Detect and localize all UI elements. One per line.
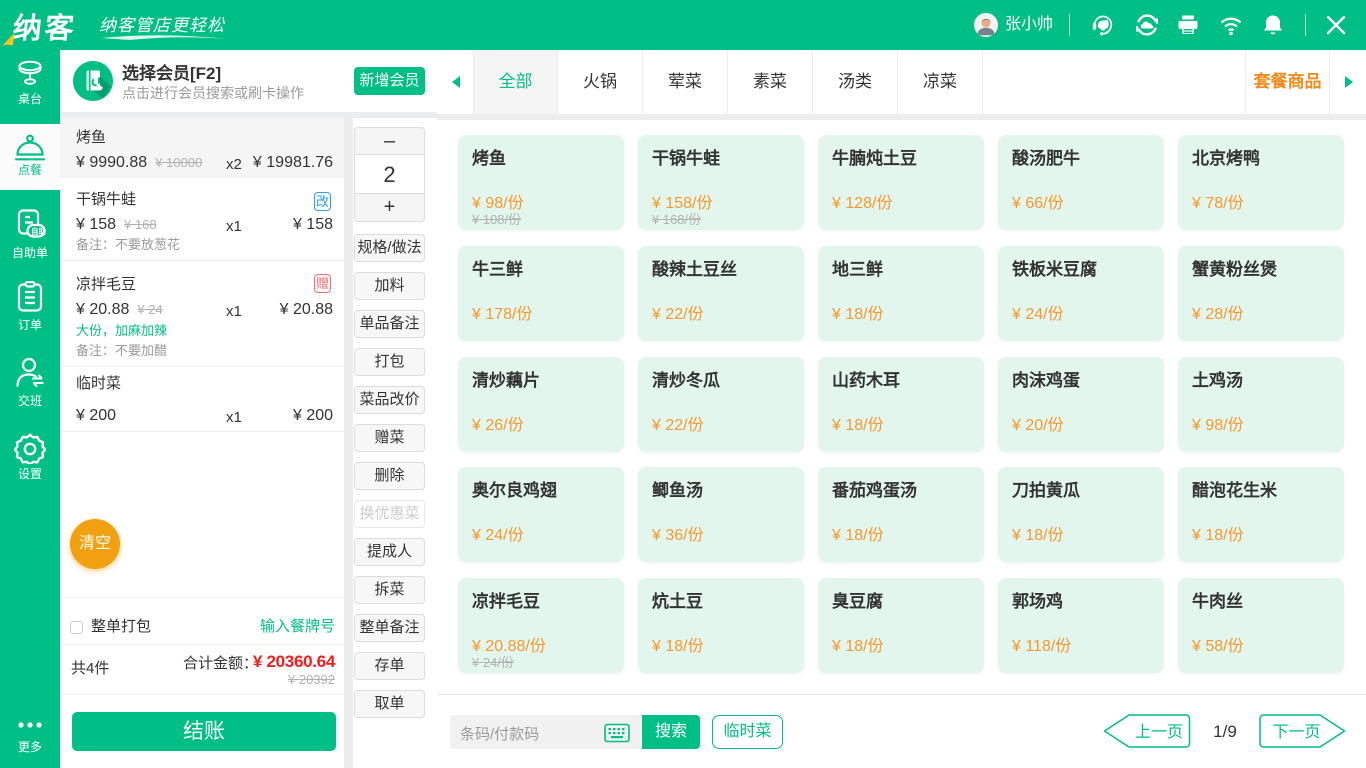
svg-text:自助: 自助 — [31, 226, 46, 236]
svg-text:上一页: 上一页 — [1135, 723, 1183, 741]
svg-text:下一页: 下一页 — [1273, 724, 1321, 741]
